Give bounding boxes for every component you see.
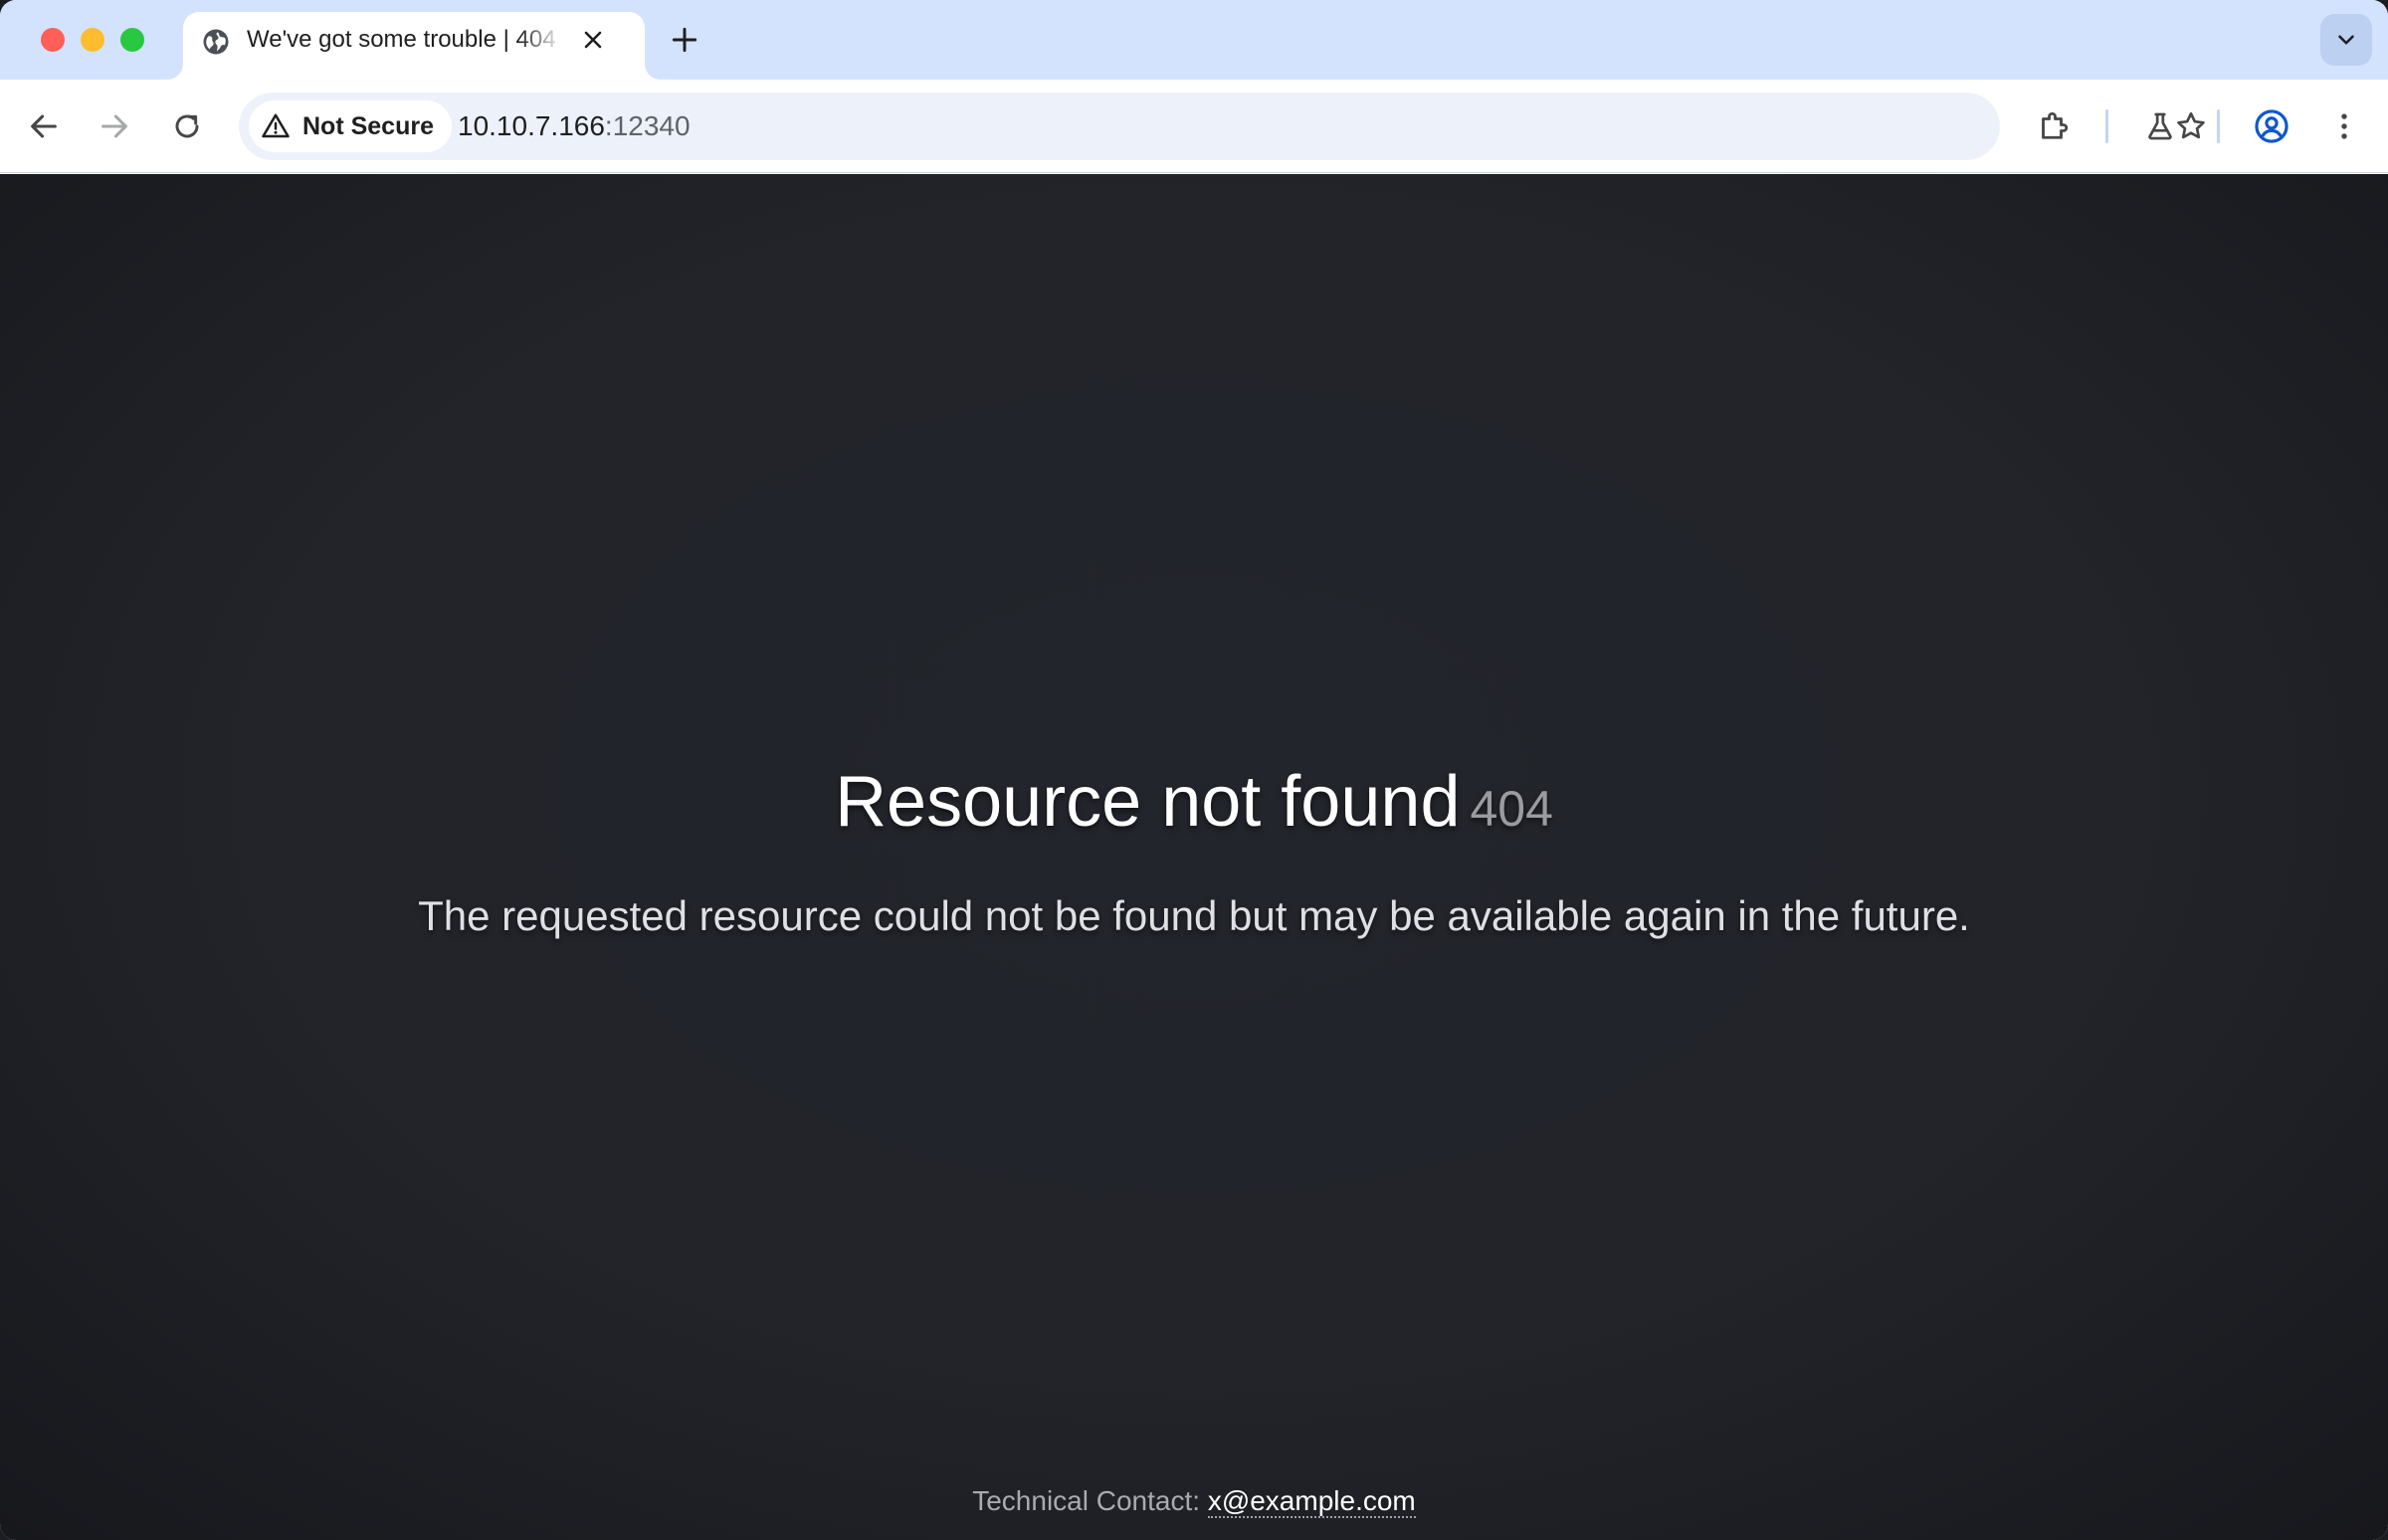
- error-message: The requested resource could not be foun…: [418, 892, 1970, 939]
- active-tab[interactable]: We've got some trouble | 404 - Resource …: [183, 12, 645, 80]
- status-code: 404: [1470, 781, 1553, 837]
- window-close-button[interactable]: [41, 28, 65, 52]
- close-icon[interactable]: [581, 28, 605, 52]
- error-headline: Resource not found: [835, 762, 1461, 842]
- extensions-button[interactable]: [2032, 104, 2076, 148]
- tab-title: We've got some trouble | 404 - Resource …: [247, 26, 563, 53]
- arrow-left-icon: [31, 114, 57, 138]
- window-minimize-button[interactable]: [81, 28, 104, 52]
- tab-search-button[interactable]: [2320, 14, 2372, 66]
- window-maximize-button[interactable]: [120, 28, 144, 52]
- back-button[interactable]: [22, 104, 66, 148]
- forward-button[interactable]: [93, 104, 136, 148]
- security-chip-label: Not Secure: [302, 111, 434, 140]
- footer: Technical Contact: x@example.com: [0, 1485, 2388, 1518]
- browser-window: We've got some trouble | 404 - Resource …: [0, 0, 2388, 1540]
- flask-icon: [2148, 112, 2172, 140]
- url-host: 10.10.7.166: [458, 110, 605, 141]
- chevron-down-icon: [2338, 35, 2354, 45]
- warning-triangle-icon: [262, 113, 290, 138]
- url-text[interactable]: 10.10.7.166:12340: [458, 93, 691, 160]
- labs-button[interactable]: [2138, 104, 2182, 148]
- arrow-right-icon: [101, 114, 127, 138]
- reload-button[interactable]: [165, 104, 209, 148]
- menu-button[interactable]: [2322, 104, 2366, 148]
- person-circle-icon: [2255, 109, 2288, 143]
- contact-email-link[interactable]: x@example.com: [1207, 1485, 1416, 1518]
- page-title: Resource not found 404: [0, 761, 2388, 843]
- profile-button[interactable]: [2250, 104, 2293, 148]
- globe-icon: [203, 29, 229, 55]
- contact-label: Technical Contact:: [972, 1485, 1201, 1516]
- url-port: :12340: [604, 110, 691, 141]
- puzzle-icon: [2042, 111, 2069, 139]
- security-chip[interactable]: Not Secure: [249, 100, 452, 152]
- kebab-menu-icon: [2341, 113, 2347, 139]
- address-bar[interactable]: Not Secure 10.10.7.166:12340: [239, 93, 2205, 160]
- reload-icon: [175, 114, 199, 138]
- toolbar: Not Secure 10.10.7.166:12340: [0, 80, 2388, 173]
- page-viewport: Resource not found 404 The requested reso…: [0, 174, 2388, 1540]
- toolbar-separator: [2105, 109, 2108, 143]
- tab-strip: We've got some trouble | 404 - Resource …: [0, 0, 2388, 80]
- plus-icon[interactable]: [669, 24, 700, 56]
- toolbar-separator: [2217, 109, 2220, 143]
